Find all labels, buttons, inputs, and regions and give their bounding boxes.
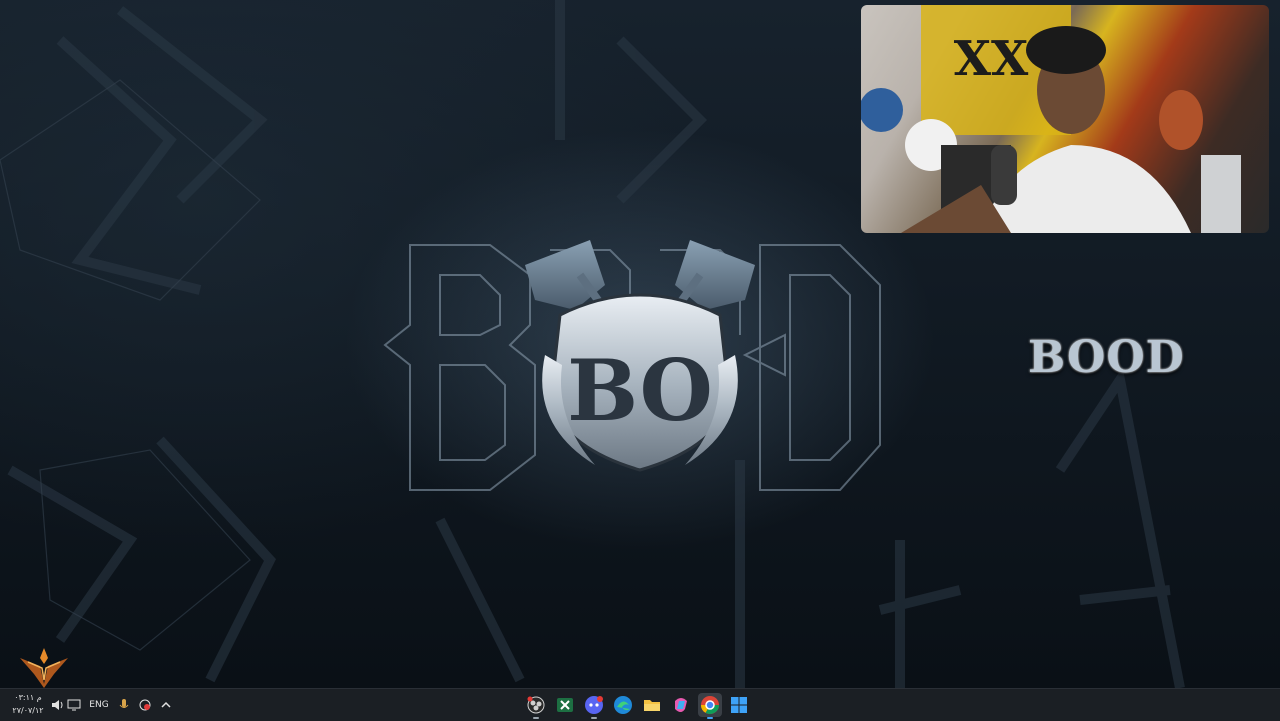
copilot-icon[interactable] bbox=[669, 693, 693, 717]
start-icon[interactable] bbox=[727, 693, 751, 717]
excel-icon[interactable] bbox=[553, 693, 577, 717]
microphone-icon[interactable] bbox=[116, 697, 132, 713]
winged-logo-icon bbox=[18, 644, 70, 688]
desktop-wallpaper: BO BOOD XX bbox=[0, 0, 1280, 688]
clock-date: ٢٧/٠٧/١٢ bbox=[12, 706, 44, 715]
poster-text: XX bbox=[954, 31, 1029, 87]
display-icon[interactable] bbox=[66, 697, 82, 713]
bood-logo: BO bbox=[380, 215, 900, 505]
side-title: BOOD bbox=[1028, 332, 1185, 383]
chrome-icon[interactable] bbox=[698, 693, 722, 719]
webcam-overlay: XX bbox=[861, 5, 1269, 233]
language-indicator[interactable]: ENG bbox=[88, 697, 110, 713]
emblem-initials: BO bbox=[567, 341, 713, 440]
taskbar: م ٠٣:١١ ٢٧/٠٧/١٢ ENG bbox=[0, 688, 1280, 721]
discord-icon[interactable] bbox=[582, 693, 606, 719]
chevron-up-icon[interactable] bbox=[158, 697, 174, 713]
clock[interactable]: م ٠٣:١١ ٢٧/٠٧/١٢ bbox=[10, 691, 46, 719]
edge-icon[interactable] bbox=[611, 693, 635, 717]
file-explorer-icon[interactable] bbox=[640, 693, 664, 717]
shield-emblem: BO bbox=[542, 293, 738, 472]
volume-icon[interactable] bbox=[50, 697, 66, 713]
obs-icon[interactable] bbox=[524, 693, 548, 719]
clock-time: م ٠٣:١١ bbox=[14, 693, 42, 702]
taskbar-apps bbox=[522, 689, 762, 721]
record-icon[interactable] bbox=[137, 697, 153, 713]
